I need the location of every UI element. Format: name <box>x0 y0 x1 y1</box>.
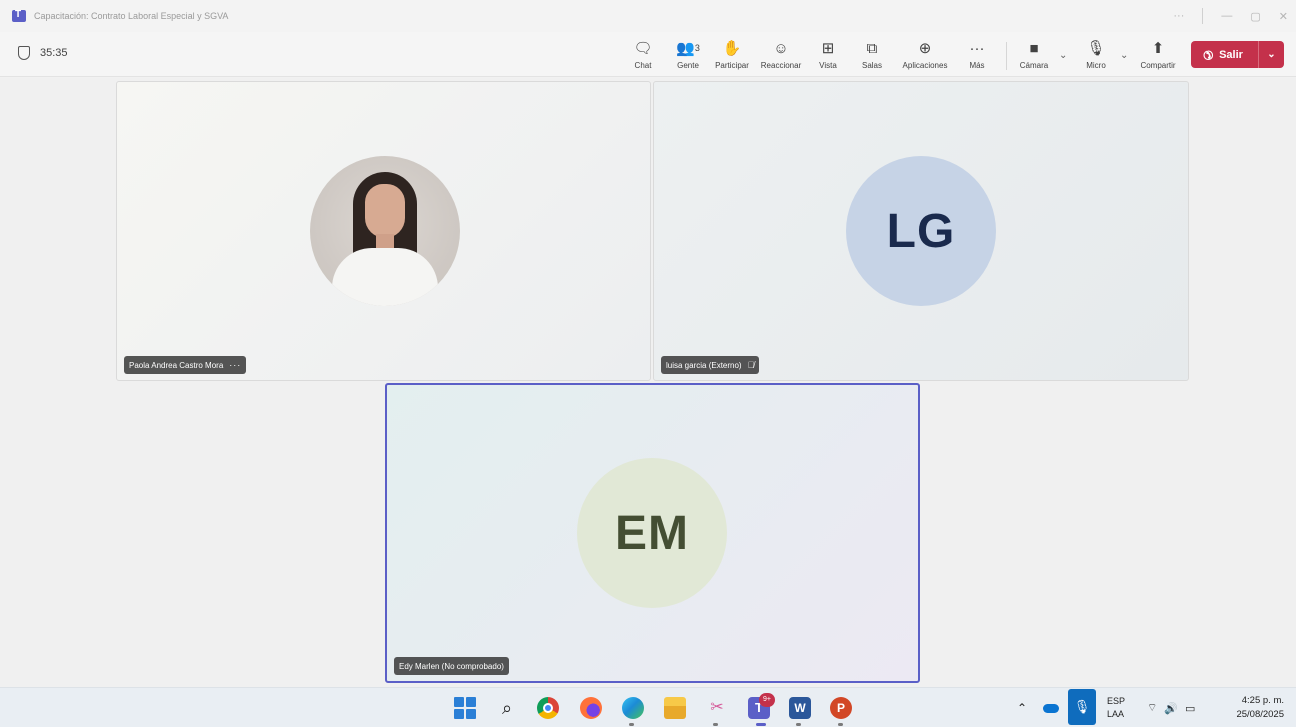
teams-logo-icon <box>12 9 26 22</box>
microphone-in-use-icon[interactable]: 🎙 <box>1068 689 1096 725</box>
phone-hangup-icon: ✆ <box>1199 45 1217 64</box>
smiley-icon: ☺ <box>773 39 789 57</box>
language-code: ESP <box>1107 696 1126 706</box>
share-icon: ⬆ <box>1151 40 1165 57</box>
mic-label: Micro <box>1086 61 1106 70</box>
running-indicator <box>629 723 634 726</box>
add-app-icon: ⊕ <box>918 40 932 57</box>
video-stage: Paola Andrea Castro Mora ··· LG luisa ga… <box>0 78 1296 687</box>
leave-button[interactable]: ✆ Salir ⌄ <box>1191 41 1284 68</box>
participant-more-icon[interactable]: ··· <box>229 360 241 370</box>
share-label: Compartir <box>1140 61 1176 70</box>
leave-main[interactable]: ✆ Salir <box>1191 41 1259 68</box>
raise-hand-label: Participar <box>715 61 749 70</box>
view-label: Vista <box>819 61 837 70</box>
participant-initials-avatar: EM <box>577 458 727 608</box>
grid-icon: ⊞ <box>821 40 835 57</box>
chrome-icon[interactable] <box>537 697 559 719</box>
people-label: Gente <box>677 61 699 70</box>
share-button[interactable]: ⬆ Compartir <box>1128 38 1188 70</box>
participant-photo-avatar <box>310 156 460 306</box>
powerpoint-icon[interactable]: P <box>830 697 852 719</box>
wifi-icon: ⌔ <box>1147 702 1158 714</box>
meeting-toolbar: 35:35 🗨 Chat 👥 3 Gente ✋ Participar ☺ Rea… <box>0 32 1296 77</box>
participant-tile-edy[interactable]: EM Edy Marlen (No comprobado) <box>385 383 920 683</box>
more-icon: ··· <box>969 39 985 57</box>
photo-shirt <box>332 248 438 306</box>
more-button[interactable]: ··· Más <box>947 38 1007 71</box>
window-controls: ··· — ▢ ✕ <box>1173 8 1288 24</box>
start-tile <box>466 709 476 719</box>
system-status[interactable]: ⌔ 🔊 ▭ <box>1147 688 1195 727</box>
camera-button[interactable]: ■ Cámara <box>1004 38 1064 71</box>
meeting-timer-value: 35:35 <box>40 47 68 59</box>
window-titlebar: Capacitación: Contrato Laboral Especial … <box>0 0 1296 32</box>
mic-button[interactable]: 🎙 Micro <box>1066 38 1126 70</box>
shield-icon <box>18 46 30 60</box>
chat-icon: 🗨 <box>633 40 653 57</box>
leave-options-chevron-icon[interactable]: ⌄ <box>1259 49 1284 60</box>
show-hidden-icons-chevron-icon[interactable]: ⌃ <box>1017 688 1027 727</box>
meeting-timer: 35:35 <box>18 46 68 60</box>
close-icon[interactable]: ✕ <box>1279 10 1288 23</box>
leave-label: Salir <box>1219 48 1243 61</box>
keyboard-layout: LAA <box>1107 709 1125 719</box>
camera-off-icon: ■ <box>1029 39 1039 57</box>
people-icon: 👥 3 <box>676 40 700 57</box>
chat-label: Chat <box>634 61 652 70</box>
participant-name: luisa garcia (Externo) <box>666 360 742 370</box>
react-label: Reaccionar <box>760 61 802 70</box>
running-indicator <box>713 723 718 726</box>
maximize-icon[interactable]: ▢ <box>1250 10 1260 23</box>
participant-name-badge: Paola Andrea Castro Mora ··· <box>124 356 247 374</box>
participant-tile-luisa[interactable]: LG luisa garcia (Externo) 🎙̸ <box>653 81 1189 381</box>
battery-icon: ▭ <box>1185 702 1196 715</box>
clock-date: 25/08/2025 <box>1236 709 1284 720</box>
hand-icon: ✋ <box>722 40 742 57</box>
participant-name-badge: luisa garcia (Externo) 🎙̸ <box>661 356 760 374</box>
photo-face <box>365 184 405 238</box>
mic-muted-icon: 🎙̸ <box>747 360 755 370</box>
window-controls-divider <box>1202 8 1204 24</box>
participant-name: Edy Marlen (No comprobado) <box>399 661 504 671</box>
camera-label: Cámara <box>1019 61 1049 70</box>
participant-name-badge: Edy Marlen (No comprobado) <box>394 657 509 675</box>
window-title: Capacitación: Contrato Laboral Especial … <box>34 11 229 21</box>
clock-time: 4:25 p. m. <box>1241 695 1284 706</box>
participant-initials-avatar: LG <box>846 156 996 306</box>
start-tile <box>454 709 464 719</box>
window-more-icon[interactable]: ··· <box>1173 10 1184 22</box>
file-explorer-icon[interactable] <box>664 697 686 719</box>
apps-button[interactable]: ⊕ Aplicaciones <box>895 38 955 70</box>
windows-start-icon[interactable] <box>454 697 476 719</box>
microphone-icon: 🎙 <box>1086 40 1106 57</box>
word-icon[interactable]: W <box>789 697 811 719</box>
active-indicator <box>756 723 766 726</box>
more-label: Más <box>969 61 985 70</box>
onedrive-cloud-icon[interactable] <box>1043 688 1059 727</box>
running-indicator <box>838 723 843 726</box>
snipping-tool-icon[interactable]: ✂ <box>706 697 728 719</box>
apps-label: Aplicaciones <box>902 61 948 70</box>
firefox-icon[interactable] <box>580 697 602 719</box>
search-icon[interactable]: ⌕ <box>496 697 518 719</box>
participant-tile-paola[interactable]: Paola Andrea Castro Mora ··· <box>116 81 651 381</box>
os-taskbar: ⌕ ✂ T W P ⌃ 🎙 ESP LAA ⌔ 🔊 ▭ 4:25 p. m. 2… <box>0 687 1296 727</box>
start-tile <box>466 697 476 707</box>
rooms-icon: ⧉ <box>866 39 878 57</box>
minimize-icon[interactable]: — <box>1221 10 1232 22</box>
start-tile <box>454 697 464 707</box>
edge-icon[interactable] <box>622 697 644 719</box>
input-language[interactable]: ESP LAA <box>1107 688 1125 727</box>
participant-name: Paola Andrea Castro Mora <box>129 360 224 370</box>
teams-notification-badge: 9+ <box>759 693 775 707</box>
rooms-label: Salas <box>861 61 882 70</box>
rooms-button[interactable]: ⧉ Salas <box>842 38 902 71</box>
people-count: 3 <box>694 43 700 53</box>
running-indicator <box>796 723 801 726</box>
system-clock[interactable]: 4:25 p. m. 25/08/2025 <box>1222 688 1284 727</box>
volume-icon: 🔊 <box>1164 702 1179 715</box>
